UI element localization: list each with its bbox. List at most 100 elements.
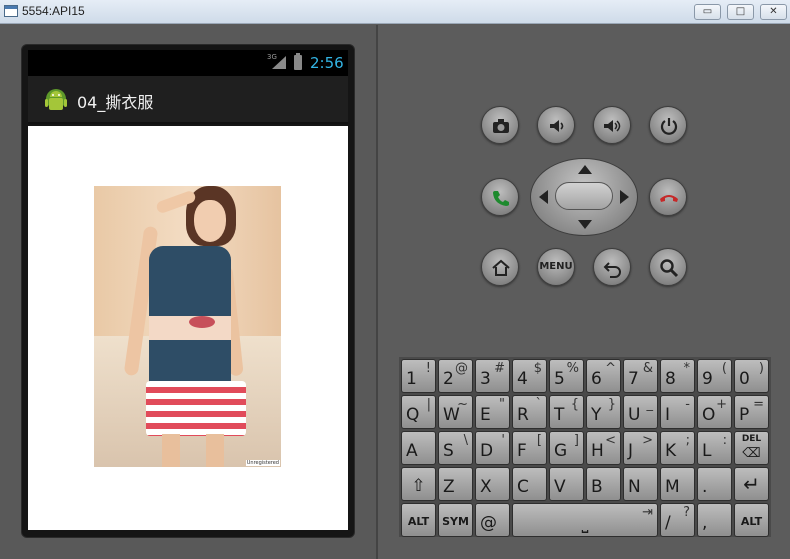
key-4[interactable]: 4 $ <box>512 359 547 393</box>
key-shift-label: # <box>494 361 505 376</box>
key-e[interactable]: E " <box>475 395 510 429</box>
end-call-button[interactable] <box>649 178 687 216</box>
shift-key[interactable]: ⇧ <box>401 467 436 501</box>
key-shift-label: " <box>499 397 505 412</box>
key-main-label: H <box>591 441 604 461</box>
key-g[interactable]: G] <box>549 431 584 465</box>
key-main-label: P <box>739 405 750 425</box>
sym-label: SYM <box>442 515 469 528</box>
key-a[interactable]: A <box>401 431 436 465</box>
key-l[interactable]: L: <box>697 431 732 465</box>
key-main-label: C <box>517 477 529 497</box>
home-button[interactable] <box>481 248 519 286</box>
close-button[interactable]: ✕ <box>760 4 787 20</box>
dpad-left-icon[interactable] <box>539 190 548 204</box>
key-5[interactable]: 5% <box>549 359 584 393</box>
camera-button[interactable] <box>481 106 519 144</box>
key-v[interactable]: V <box>549 467 584 501</box>
key-r[interactable]: R ` <box>512 395 547 429</box>
key-main-label: U <box>628 405 641 425</box>
key-k[interactable]: K; <box>660 431 695 465</box>
alt-key-right[interactable]: ALT <box>734 503 769 537</box>
key-n[interactable]: N <box>623 467 658 501</box>
sym-key[interactable]: SYM <box>438 503 473 537</box>
enter-key[interactable]: ↵ <box>734 467 769 501</box>
key-shift-label: [ <box>536 433 542 448</box>
key-shift-label: ` <box>535 397 543 412</box>
key-main-label: D <box>480 441 494 461</box>
dpad-down-icon[interactable] <box>578 220 592 229</box>
comma-key[interactable]: , <box>697 503 732 537</box>
key-q[interactable]: Q | <box>401 395 436 429</box>
key-main-label: R <box>517 405 529 425</box>
key-7[interactable]: 7 & <box>623 359 658 393</box>
home-icon <box>492 259 510 276</box>
key-3[interactable]: 3 # <box>475 359 510 393</box>
back-button[interactable] <box>593 248 631 286</box>
key-h[interactable]: H < <box>586 431 621 465</box>
power-button[interactable] <box>649 106 687 144</box>
key-j[interactable]: J > <box>623 431 658 465</box>
search-button[interactable] <box>649 248 687 286</box>
android-status-bar: 3G 2:56 <box>28 50 348 76</box>
key-shift-label: = <box>753 397 764 412</box>
android-app-icon <box>45 89 67 110</box>
key-d[interactable]: D ' <box>475 431 510 465</box>
app-content: Unregistered <box>28 126 348 530</box>
key-p[interactable]: P = <box>734 395 769 429</box>
camera-icon <box>493 119 509 133</box>
at-key[interactable]: @ <box>475 503 510 537</box>
key-8[interactable]: 8 * <box>660 359 695 393</box>
key-f[interactable]: F[ <box>512 431 547 465</box>
call-button[interactable] <box>481 178 519 216</box>
key-6[interactable]: 6 ^ <box>586 359 621 393</box>
slash-key[interactable]: /? <box>660 503 695 537</box>
key-shift-label: > <box>642 433 653 448</box>
key-b[interactable]: B <box>586 467 621 501</box>
volume-up-icon <box>604 120 621 132</box>
app-title: 04_撕衣服 <box>77 93 154 112</box>
key-c[interactable]: C <box>512 467 547 501</box>
alt-key-left[interactable]: ALT <box>401 503 436 537</box>
volume-up-button[interactable] <box>593 106 631 144</box>
dpad-right-icon[interactable] <box>620 190 629 204</box>
key-t[interactable]: T{ <box>549 395 584 429</box>
key-1[interactable]: 1! <box>401 359 436 393</box>
signal-icon: 3G <box>267 53 286 69</box>
key-main-label: 3 <box>480 369 491 389</box>
battery-icon <box>294 53 302 70</box>
key-w[interactable]: W ~ <box>438 395 473 429</box>
key-main-label: M <box>665 477 680 497</box>
key-m[interactable]: M <box>660 467 695 501</box>
volume-down-button[interactable] <box>537 106 575 144</box>
key-u[interactable]: U _ <box>623 395 658 429</box>
key-main-label: Y <box>591 405 602 425</box>
clothing-image[interactable]: Unregistered <box>94 186 281 467</box>
key-z[interactable]: Z <box>438 467 473 501</box>
key-.[interactable]: . <box>697 467 732 501</box>
key-shift-label: | <box>426 397 431 412</box>
key-shift-label: $ <box>533 361 542 376</box>
key-shift-label: ; <box>685 433 690 448</box>
key-shift-label: ! <box>425 361 431 376</box>
key-i[interactable]: I- <box>660 395 695 429</box>
menu-label: MENU <box>539 261 573 272</box>
minimize-button[interactable]: ▭ <box>694 4 721 20</box>
maximize-button[interactable]: □ <box>727 4 754 20</box>
key-x[interactable]: X <box>475 467 510 501</box>
key-main-label: 8 <box>665 369 676 389</box>
key-0[interactable]: 0) <box>734 359 769 393</box>
delete-label: DEL <box>741 434 762 444</box>
key-o[interactable]: O + <box>697 395 732 429</box>
window-app-icon <box>4 5 18 17</box>
key-s[interactable]: S \ <box>438 431 473 465</box>
minimize-icon: ▭ <box>702 6 713 17</box>
key-2[interactable]: 2 @ <box>438 359 473 393</box>
key-y[interactable]: Y} <box>586 395 621 429</box>
dpad-center-button[interactable] <box>555 182 613 210</box>
menu-button[interactable]: MENU <box>537 248 575 286</box>
dpad-up-icon[interactable] <box>578 165 592 174</box>
key-9[interactable]: 9( <box>697 359 732 393</box>
space-key[interactable]: ⎵ ⇥ <box>512 503 658 537</box>
delete-key[interactable]: DEL ⌫ <box>734 431 769 465</box>
